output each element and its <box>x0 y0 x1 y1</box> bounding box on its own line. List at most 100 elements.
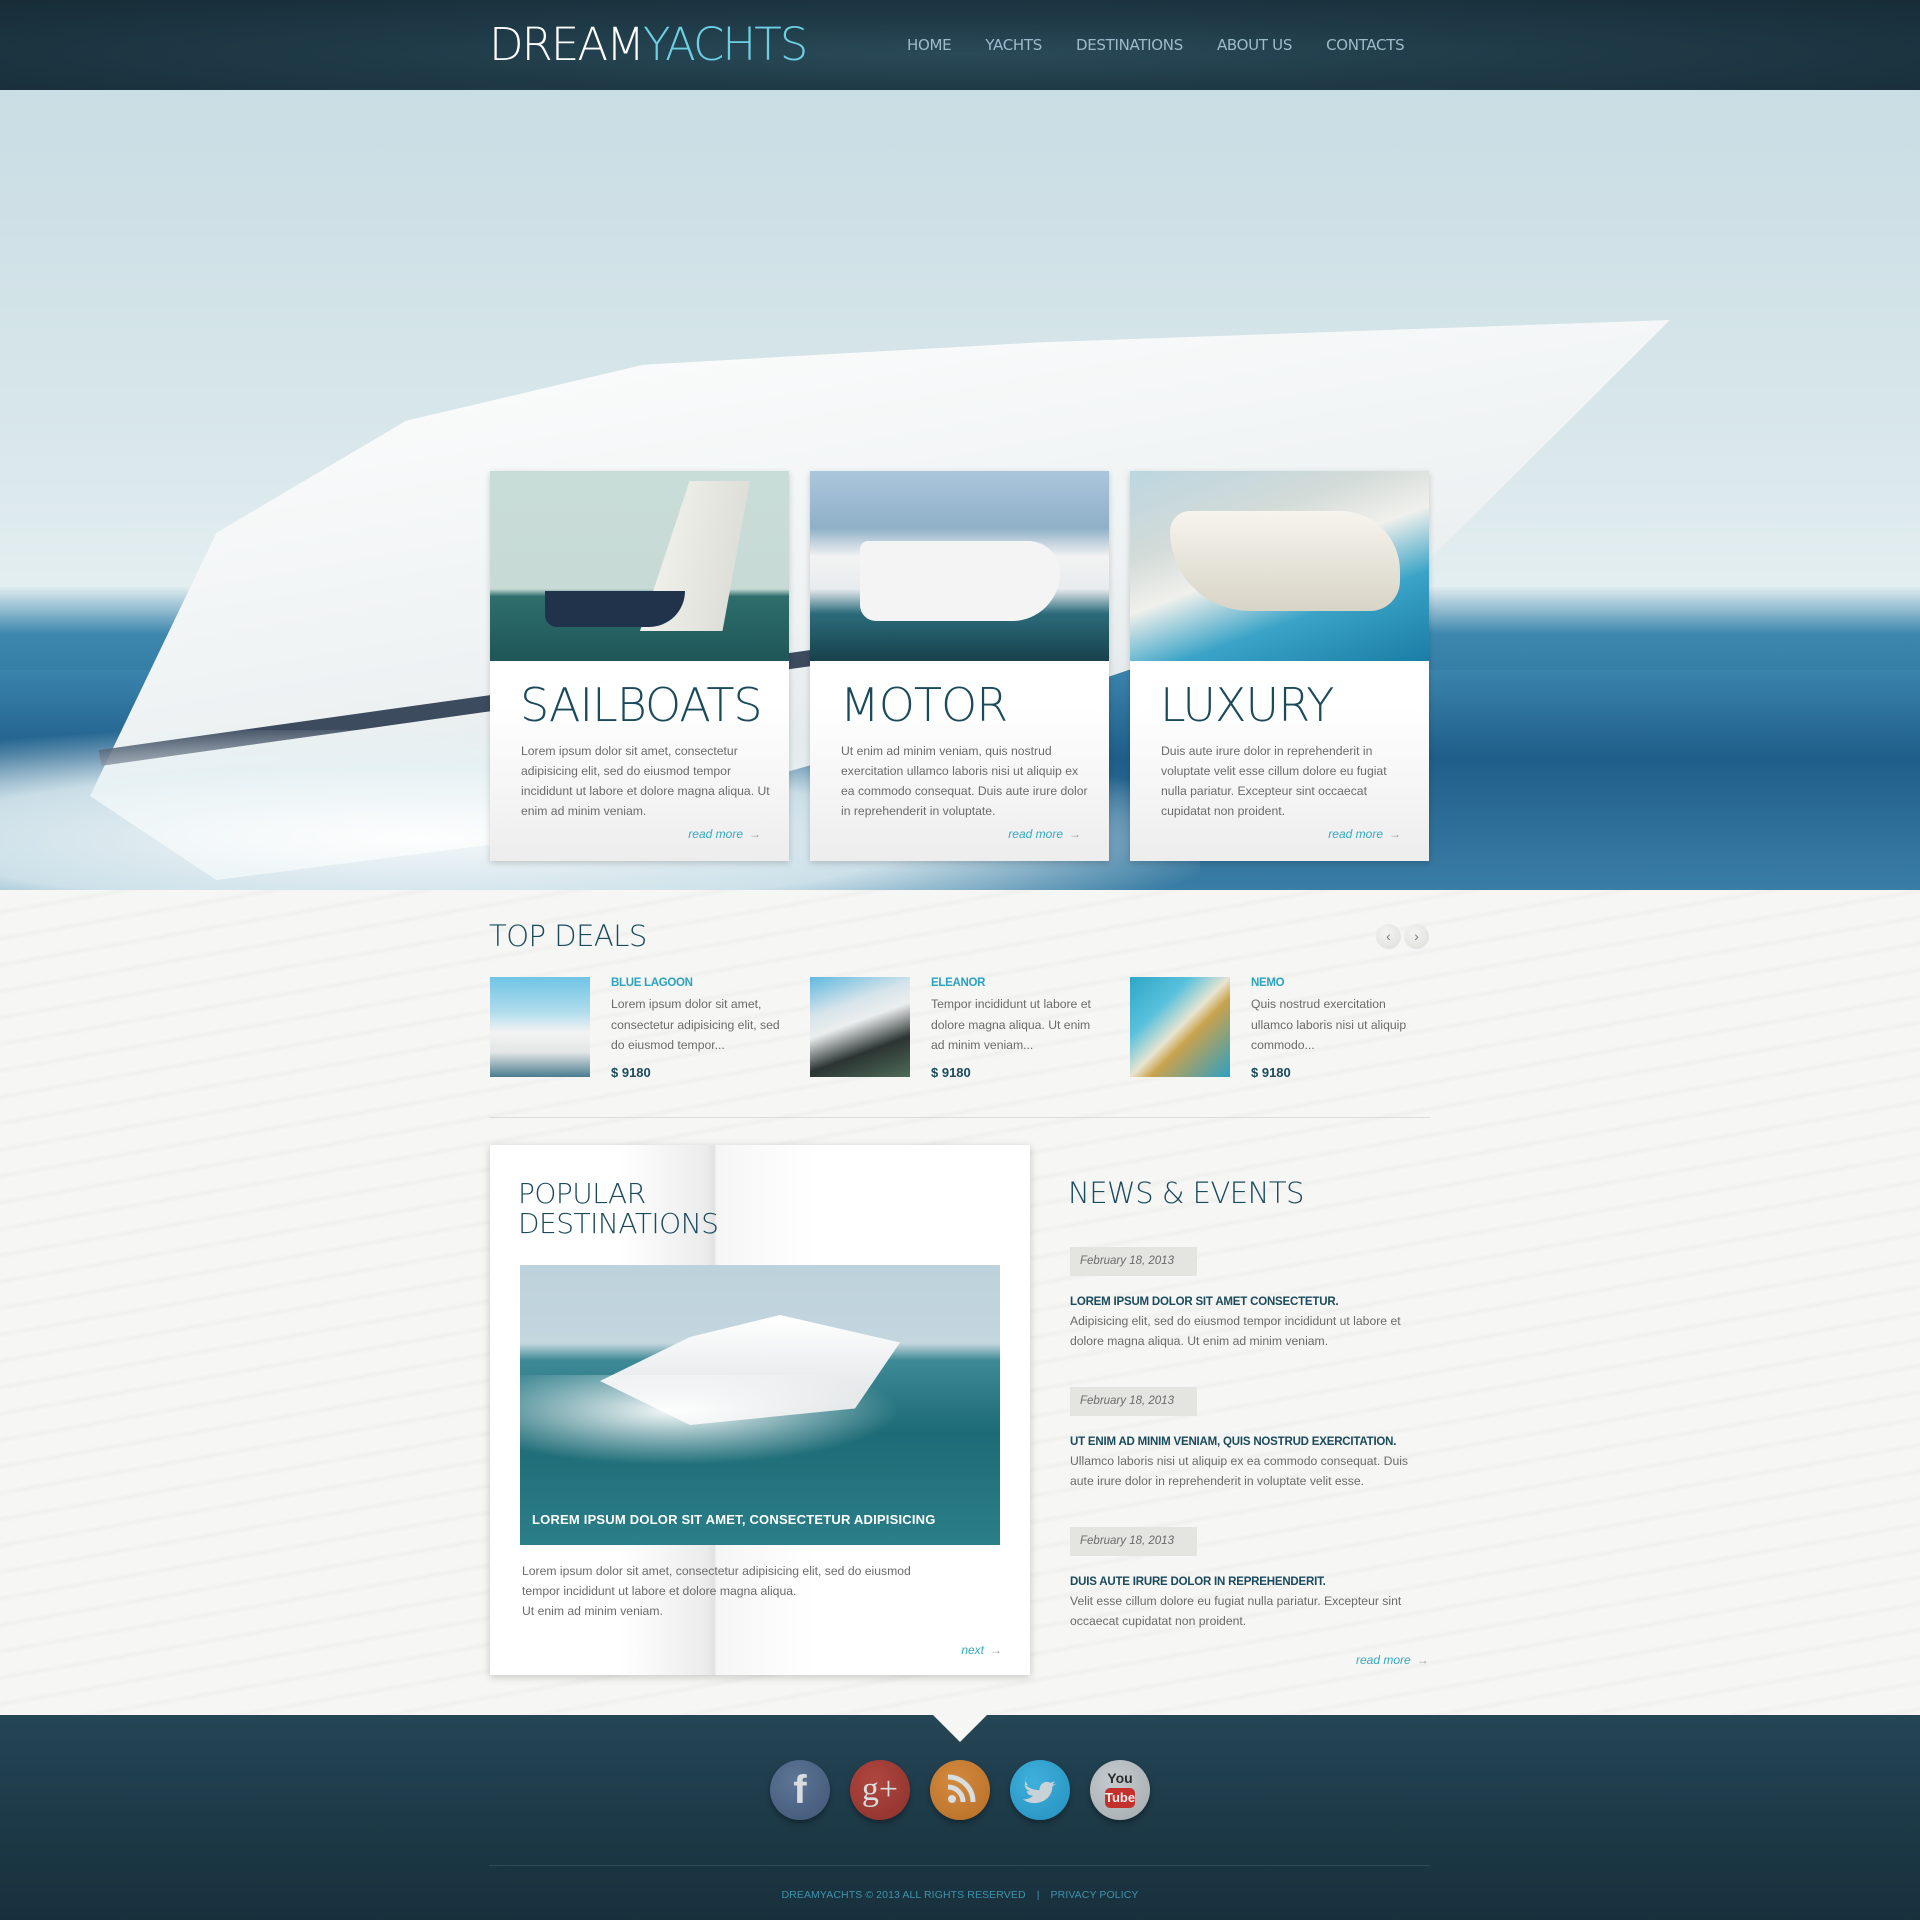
next-label: next <box>961 1643 984 1657</box>
logo-yachts: YACHTS <box>642 18 808 71</box>
text-line: tempor incididunt ut labore et dolore ma… <box>522 1584 797 1598</box>
text-line: Lorem ipsum dolor sit amet, consectetur … <box>522 1564 911 1578</box>
main-nav: HOME YACHTS DESTINATIONS ABOUT US CONTAC… <box>890 34 1421 56</box>
deal-thumbnail[interactable] <box>1130 977 1230 1077</box>
news-date: February 18, 2013 <box>1070 1247 1197 1276</box>
category-card-sailboats[interactable]: SAILBOATS Lorem ipsum dolor sit amet, co… <box>490 471 789 861</box>
category-text: Ut enim ad minim veniam, quis nostrud ex… <box>841 744 1088 818</box>
deal-name[interactable]: BLUE LAGOON <box>611 977 693 989</box>
luxury-yacht-image <box>1130 471 1429 661</box>
news-date: February 18, 2013 <box>1070 1527 1197 1556</box>
deal-price: $ 9180 <box>931 1065 971 1080</box>
arrow-right-icon: → <box>749 827 761 841</box>
deals-prev-button[interactable]: ‹ <box>1376 924 1401 949</box>
youtube-icon-tube: Tube <box>1105 1788 1135 1808</box>
copyright-text: DREAMYACHTS © 2013 ALL RIGHTS RESERVED <box>781 1889 1026 1901</box>
read-more-label: read more <box>1356 1653 1411 1667</box>
news-headline[interactable]: DUIS AUTE IRURE DOLOR IN REPREHENDERIT. <box>1070 1576 1430 1588</box>
site-logo[interactable]: DREAMYACHTS <box>489 18 808 71</box>
category-text: Lorem ipsum dolor sit amet, consectetur … <box>521 744 770 818</box>
logo-dream: DREAM <box>489 18 645 71</box>
section-divider <box>489 1117 1430 1118</box>
google-plus-button[interactable]: g+ <box>850 1760 910 1820</box>
nav-home[interactable]: HOME <box>890 34 968 56</box>
news-events-title: NEWS & EVENTS <box>1068 1176 1304 1210</box>
google-plus-icon: g+ <box>861 1771 899 1808</box>
deal-name[interactable]: ELEANOR <box>931 977 985 989</box>
footer-notch <box>932 1714 988 1742</box>
news-headline[interactable]: UT ENIM AD MINIM VENIAM, QUIS NOSTRUD EX… <box>1070 1436 1430 1448</box>
destination-text: Lorem ipsum dolor sit amet, consectetur … <box>522 1561 982 1621</box>
read-more-link[interactable]: read more → <box>1328 827 1401 841</box>
next-link[interactable]: next → <box>961 1643 1002 1657</box>
footer-divider <box>489 1865 1430 1866</box>
arrow-right-icon: → <box>1069 827 1081 841</box>
site-header: DREAMYACHTS HOME YACHTS DESTINATIONS ABO… <box>0 0 1920 90</box>
deal-item[interactable]: ELEANOR Tempor incididunt ut labore et d… <box>810 977 1110 1080</box>
deal-price: $ 9180 <box>611 1065 651 1080</box>
separator: | <box>1036 1889 1040 1901</box>
sailboat-image <box>490 471 789 661</box>
category-text: Duis aute irure dolor in reprehenderit i… <box>1161 744 1387 818</box>
text-line: Ut enim ad minim veniam. <box>522 1604 663 1618</box>
news-read-more-link[interactable]: read more → <box>1356 1653 1429 1667</box>
privacy-policy-link[interactable]: PRIVACY POLICY <box>1051 1889 1139 1901</box>
wake-shape <box>520 1375 900 1465</box>
deal-price: $ 9180 <box>1251 1065 1291 1080</box>
read-more-label: read more <box>1008 827 1063 841</box>
news-item: February 18, 2013 LOREM IPSUM DOLOR SIT … <box>1070 1247 1430 1351</box>
arrow-right-icon: → <box>1389 827 1401 841</box>
facebook-icon: f <box>793 1768 807 1812</box>
destination-image[interactable]: LOREM IPSUM DOLOR SIT AMET, CONSECTETUR … <box>520 1265 1000 1545</box>
deal-description: Lorem ipsum dolor sit amet, consectetur … <box>611 997 780 1052</box>
twitter-icon <box>1022 1776 1056 1804</box>
rss-icon <box>947 1774 976 1803</box>
copyright-bar: DREAMYACHTS © 2013 ALL RIGHTS RESERVED |… <box>0 1889 1920 1901</box>
news-body: Velit esse cillum dolore eu fugiat nulla… <box>1070 1594 1402 1628</box>
deal-description: Quis nostrud exercitation ullamco labori… <box>1251 997 1407 1052</box>
nav-destinations[interactable]: DESTINATIONS <box>1059 34 1200 56</box>
deal-item[interactable]: BLUE LAGOON Lorem ipsum dolor sit amet, … <box>490 977 790 1080</box>
nav-yachts[interactable]: YACHTS <box>968 34 1059 56</box>
deal-name[interactable]: NEMO <box>1251 977 1285 989</box>
facebook-button[interactable]: f <box>770 1760 830 1820</box>
nav-contacts[interactable]: CONTACTS <box>1309 34 1421 56</box>
news-date: February 18, 2013 <box>1070 1387 1197 1416</box>
category-title: SAILBOATS <box>520 678 763 732</box>
read-more-link[interactable]: read more → <box>1008 827 1081 841</box>
popular-destinations-card: POPULAR DESTINATIONS LOREM IPSUM DOLOR S… <box>490 1145 1030 1675</box>
luxury-yacht-hull <box>1170 511 1400 611</box>
news-item: February 18, 2013 DUIS AUTE IRURE DOLOR … <box>1070 1527 1430 1631</box>
motor-yacht-image <box>810 471 1109 661</box>
destination-caption: LOREM IPSUM DOLOR SIT AMET, CONSECTETUR … <box>532 1512 936 1527</box>
arrow-right-icon: → <box>990 1643 1002 1657</box>
read-more-label: read more <box>1328 827 1383 841</box>
deal-item[interactable]: NEMO Quis nostrud exercitation ullamco l… <box>1130 977 1430 1080</box>
nav-about-us[interactable]: ABOUT US <box>1200 34 1309 56</box>
twitter-button[interactable] <box>1010 1760 1070 1820</box>
deal-thumbnail[interactable] <box>810 977 910 1077</box>
top-deals-title: TOP DEALS <box>489 919 647 953</box>
deal-thumbnail[interactable] <box>490 977 590 1077</box>
popular-destinations-title: POPULAR DESTINATIONS <box>518 1179 818 1239</box>
site-footer: f g+ You Tube DREAMYACHTS © 2013 ALL RIG… <box>0 1714 1920 1920</box>
category-card-luxury[interactable]: LUXURY Duis aute irure dolor in reprehen… <box>1130 471 1429 861</box>
category-card-motor[interactable]: MOTOR Ut enim ad minim veniam, quis nost… <box>810 471 1109 861</box>
category-title: LUXURY <box>1160 678 1334 732</box>
chevron-right-icon: › <box>1414 928 1419 944</box>
chevron-left-icon: ‹ <box>1386 928 1391 944</box>
youtube-button[interactable]: You Tube <box>1090 1760 1150 1820</box>
youtube-icon-you: You <box>1107 1770 1133 1786</box>
sailboat-hull <box>545 591 685 627</box>
category-title: MOTOR <box>840 678 1008 732</box>
news-body: Adipisicing elit, sed do eiusmod tempor … <box>1070 1314 1401 1348</box>
rss-button[interactable] <box>930 1760 990 1820</box>
arrow-right-icon: → <box>1416 1653 1429 1667</box>
news-headline[interactable]: LOREM IPSUM DOLOR SIT AMET CONSECTETUR. <box>1070 1296 1430 1308</box>
title-line: DESTINATIONS <box>518 1207 719 1240</box>
deals-next-button[interactable]: › <box>1404 924 1429 949</box>
news-item: February 18, 2013 UT ENIM AD MINIM VENIA… <box>1070 1387 1430 1491</box>
deal-description: Tempor incididunt ut labore et dolore ma… <box>931 997 1091 1052</box>
read-more-link[interactable]: read more → <box>688 827 761 841</box>
news-body: Ullamco laboris nisi ut aliquip ex ea co… <box>1070 1454 1409 1488</box>
